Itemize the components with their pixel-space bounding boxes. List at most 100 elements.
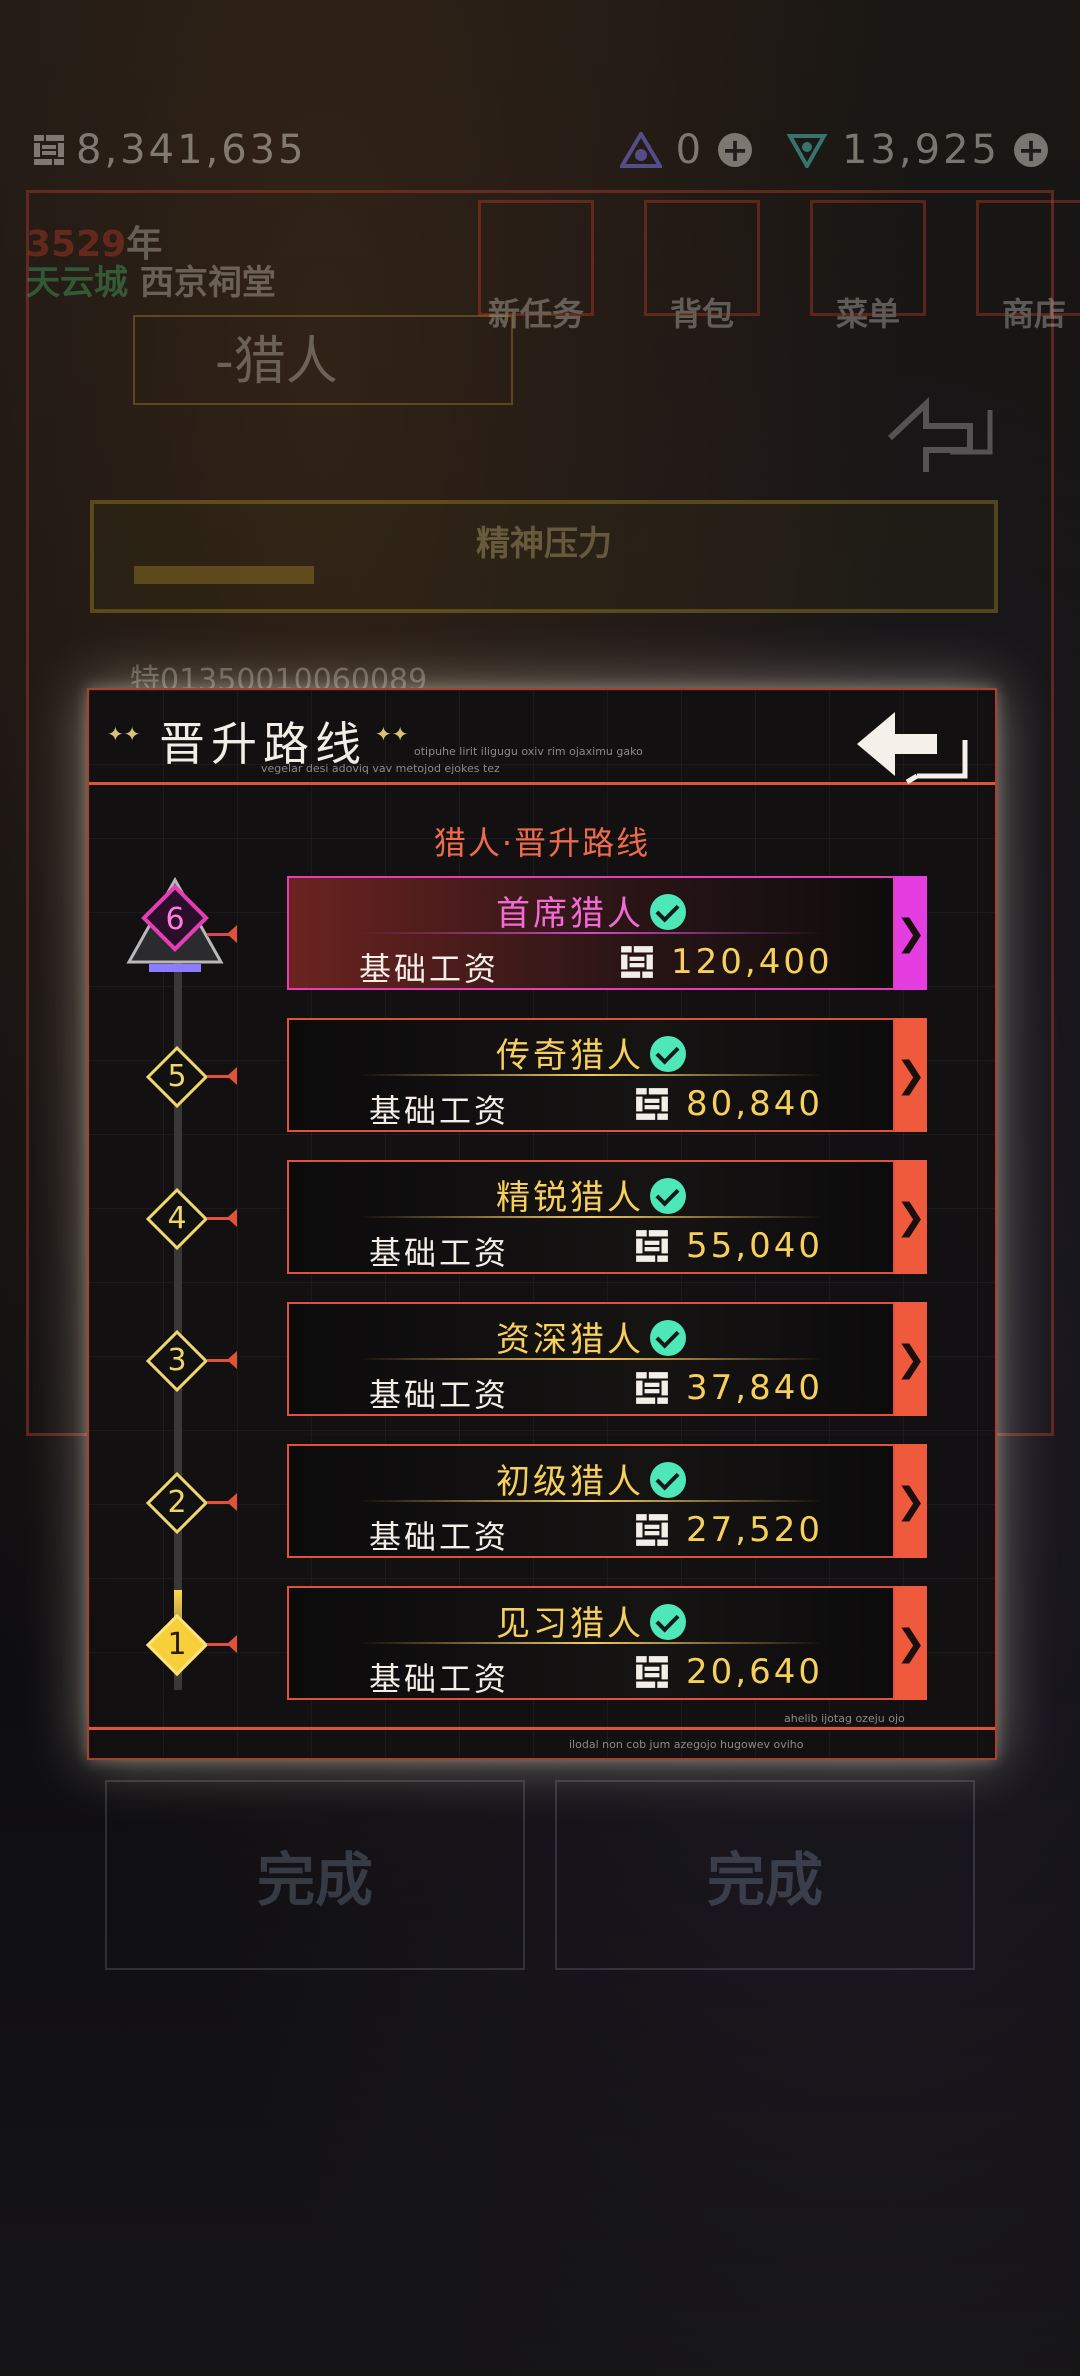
rank-card[interactable]: 见习猎人 基础工资 20,640 bbox=[287, 1586, 895, 1700]
currency-icon bbox=[636, 1372, 668, 1404]
rank-row-2: 2 初级猎人 基础工资 27,520 ❯ bbox=[89, 1444, 995, 1560]
currency-display: 8,341,635 bbox=[32, 127, 307, 173]
currency-icon bbox=[636, 1514, 668, 1546]
rank-row-6: 6 首席猎人 基础工资 120,400 ❯ bbox=[89, 876, 995, 992]
check-icon bbox=[650, 1178, 686, 1214]
add-tokens-button[interactable]: + bbox=[1014, 133, 1048, 167]
back-arrow-button[interactable] bbox=[851, 702, 971, 802]
salary-label: 基础工资 bbox=[369, 1092, 510, 1130]
location-label: 天云城 西京祠堂 bbox=[26, 263, 276, 303]
flavor-text: ahelib ijotag ozeju ojo bbox=[784, 1712, 905, 1725]
rank-card[interactable]: 初级猎人 基础工资 27,520 bbox=[287, 1444, 895, 1558]
salary-value: 20,640 bbox=[686, 1652, 823, 1692]
salary-value-wrap: 37,840 bbox=[634, 1368, 823, 1408]
salary-value: 55,040 bbox=[686, 1226, 823, 1266]
player-title: -猎人 bbox=[133, 315, 513, 405]
rank-name-wrap: 首席猎人 bbox=[289, 886, 893, 935]
menu-button[interactable]: 菜单 bbox=[810, 200, 926, 333]
check-icon bbox=[650, 894, 686, 930]
rank-detail-button[interactable]: ❯ bbox=[895, 1586, 927, 1700]
check-icon bbox=[650, 1462, 686, 1498]
token-icon bbox=[786, 134, 828, 168]
rank-name: 精锐猎人 bbox=[496, 1178, 644, 1218]
rank-name: 资深猎人 bbox=[496, 1320, 644, 1360]
modal-subtitle: 猎人·晋升路线 bbox=[433, 824, 651, 862]
check-icon bbox=[650, 1320, 686, 1356]
card-divider bbox=[359, 1358, 823, 1360]
check-icon bbox=[650, 1036, 686, 1072]
rank-detail-button[interactable]: ❯ bbox=[895, 1160, 927, 1274]
salary-value-wrap: 55,040 bbox=[634, 1226, 823, 1266]
rank-row-5: 5 传奇猎人 基础工资 80,840 ❯ bbox=[89, 1018, 995, 1134]
currency-icon bbox=[34, 135, 64, 165]
card-divider bbox=[359, 1074, 823, 1076]
top-rank-emblem-icon: 6 bbox=[126, 876, 224, 972]
salary-label: 基础工资 bbox=[369, 1376, 510, 1414]
rank-connector bbox=[207, 1635, 237, 1653]
shop-button[interactable]: 商店 bbox=[976, 200, 1080, 333]
stress-bar: 精神压力 bbox=[90, 500, 998, 613]
rank-number: 4 bbox=[167, 1201, 187, 1236]
rank-connector bbox=[207, 1067, 237, 1085]
rank-name: 传奇猎人 bbox=[496, 1036, 644, 1076]
rank-name: 初级猎人 bbox=[496, 1462, 644, 1502]
rank-card[interactable]: 资深猎人 基础工资 37,840 bbox=[287, 1302, 895, 1416]
salary-value-wrap: 120,400 bbox=[619, 942, 833, 982]
salary-value-wrap: 80,840 bbox=[634, 1084, 823, 1124]
card-divider bbox=[359, 932, 823, 934]
currency-icon bbox=[621, 946, 653, 978]
salary-value-wrap: 20,640 bbox=[634, 1652, 823, 1692]
rank-number: 1 bbox=[167, 1627, 187, 1662]
salary-value-wrap: 27,520 bbox=[634, 1510, 823, 1550]
rank-connector bbox=[207, 1209, 237, 1227]
rank-connector bbox=[207, 1493, 237, 1511]
rank-number: 5 bbox=[167, 1059, 187, 1094]
gem-value: 0 bbox=[675, 127, 705, 173]
rank-card[interactable]: 首席猎人 基础工资 120,400 bbox=[287, 876, 895, 990]
modal-footer-line bbox=[89, 1727, 995, 1730]
done-panels: 完成 完成 bbox=[105, 1780, 975, 1970]
sparkle-icon: ✦✦ bbox=[375, 722, 409, 746]
currency-icon bbox=[636, 1230, 668, 1262]
rank-number: 6 bbox=[165, 902, 184, 937]
salary-value: 80,840 bbox=[686, 1084, 823, 1124]
rank-name: 见习猎人 bbox=[496, 1604, 644, 1644]
salary-label: 基础工资 bbox=[369, 1660, 510, 1698]
currency-icon bbox=[636, 1088, 668, 1120]
rank-track bbox=[174, 890, 182, 1690]
currency-value: 8,341,635 bbox=[76, 127, 307, 173]
card-divider bbox=[359, 1500, 823, 1502]
rank-row-3: 3 资深猎人 基础工资 37,840 ❯ bbox=[89, 1302, 995, 1418]
check-icon bbox=[650, 1604, 686, 1640]
rank-detail-button[interactable]: ❯ bbox=[895, 876, 927, 990]
rank-connector bbox=[207, 1351, 237, 1369]
done-label-right: 完成 bbox=[555, 1780, 975, 1970]
salary-label: 基础工资 bbox=[359, 950, 500, 988]
new-task-button[interactable]: 新任务 bbox=[478, 200, 594, 333]
rank-name-wrap: 初级猎人 bbox=[289, 1454, 893, 1503]
rank-card[interactable]: 传奇猎人 基础工资 80,840 bbox=[287, 1018, 895, 1132]
rank-row-4: 4 精锐猎人 基础工资 55,040 ❯ bbox=[89, 1160, 995, 1276]
card-divider bbox=[359, 1216, 823, 1218]
rank-name-wrap: 见习猎人 bbox=[289, 1596, 893, 1645]
salary-label: 基础工资 bbox=[369, 1234, 510, 1272]
rank-name: 首席猎人 bbox=[496, 894, 644, 934]
salary-value: 27,520 bbox=[686, 1510, 823, 1550]
rank-row-1: 1 见习猎人 基础工资 20,640 ❯ bbox=[89, 1586, 995, 1702]
menu-buttons: 新任务 背包 菜单 商店 bbox=[478, 200, 1080, 333]
rank-connector bbox=[207, 925, 237, 943]
rank-detail-button[interactable]: ❯ bbox=[895, 1018, 927, 1132]
flavor-text: otipuhe lirit iligugu oxiv rim ojaximu g… bbox=[414, 745, 643, 758]
promotion-route-modal: ✦✦ 晋升路线 ✦✦ otipuhe lirit iligugu oxiv ri… bbox=[87, 688, 997, 1760]
currency-icon bbox=[636, 1656, 668, 1688]
top-bar: 8,341,635 0 + 13,925 + bbox=[32, 120, 1048, 180]
token-value: 13,925 bbox=[842, 127, 1000, 173]
add-gems-button[interactable]: + bbox=[718, 133, 753, 167]
rank-card[interactable]: 精锐猎人 基础工资 55,040 bbox=[287, 1160, 895, 1274]
rank-detail-button[interactable]: ❯ bbox=[895, 1302, 927, 1416]
rank-number: 3 bbox=[167, 1343, 187, 1378]
salary-value: 37,840 bbox=[686, 1368, 823, 1408]
rank-detail-button[interactable]: ❯ bbox=[895, 1444, 927, 1558]
backpack-button[interactable]: 背包 bbox=[644, 200, 760, 333]
salary-value: 120,400 bbox=[671, 942, 833, 982]
